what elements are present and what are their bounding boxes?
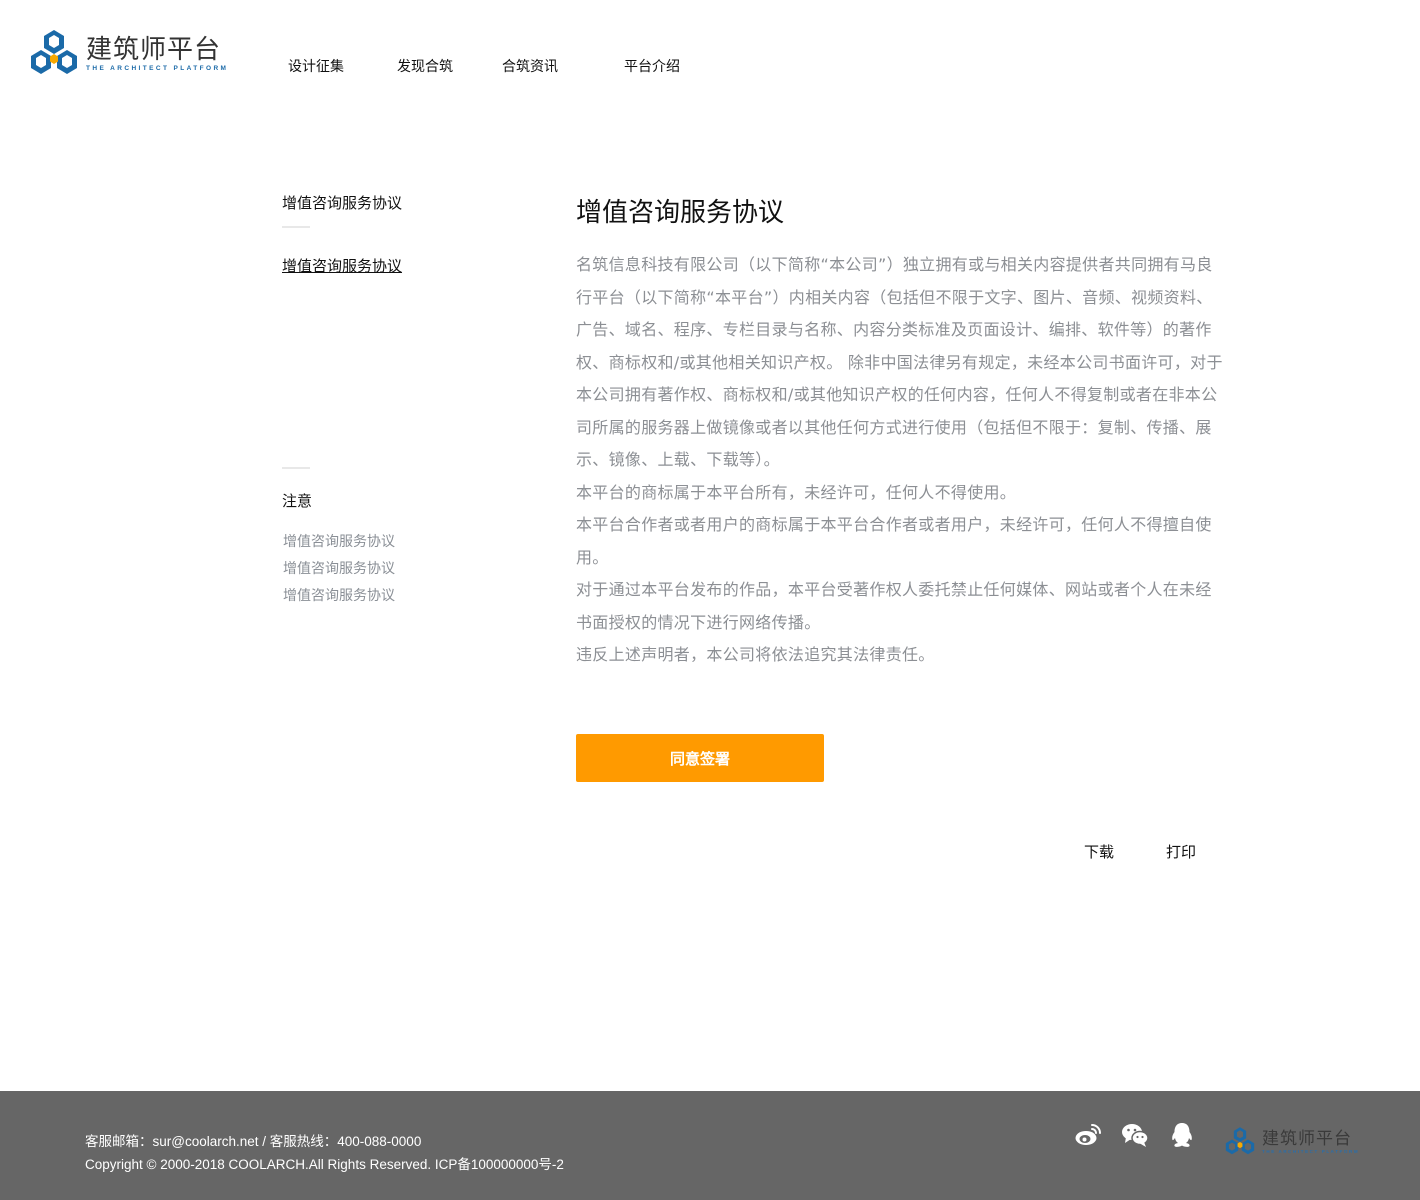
sidebar-active-link[interactable]: 增值咨询服务协议 [282,255,402,276]
site-footer: 客服邮箱：sur@coolarch.net / 客服热线：400-088-000… [0,1091,1420,1200]
download-link[interactable]: 下载 [1084,841,1114,862]
nav-item-about[interactable]: 平台介绍 [624,56,680,76]
agree-sign-button[interactable]: 同意签署 [576,734,824,782]
agreement-paragraph: 名筑信息科技有限公司（以下简称“本公司”）独立拥有或与相关内容提供者共同拥有马良… [576,255,1223,469]
logo-name-en: THE ARCHITECT PLATFORM [86,65,229,72]
agreement-paragraph: 本平台合作者或者用户的商标属于本平台合作者或者用户，未经许可，任何人不得擅自使用… [576,515,1212,567]
site-logo[interactable]: 建筑师平台 THE ARCHITECT PLATFORM [28,28,228,80]
sidebar-sub-link[interactable]: 增值咨询服务协议 [283,558,395,578]
nav-item-discover[interactable]: 发现合筑 [397,56,453,76]
agreement-paragraph: 本平台的商标属于本平台所有，未经许可，任何人不得使用。 [576,482,1017,502]
sidebar-sub-link[interactable]: 增值咨询服务协议 [283,585,395,605]
page-title: 增值咨询服务协议 [576,198,785,228]
nav-item-design-call[interactable]: 设计征集 [288,56,344,76]
wechat-icon[interactable] [1121,1121,1149,1149]
footer-logo[interactable]: 建筑师平台 THE ARCHITECT PLATFORM [1224,1126,1359,1158]
footer-logo-name-en: THE ARCHITECT PLATFORM [1262,1149,1360,1154]
nav-item-news[interactable]: 合筑资讯 [502,56,558,76]
qq-icon[interactable] [1168,1121,1196,1149]
agreement-paragraph: 违反上述声明者，本公司将依法追究其法律责任。 [576,645,935,664]
sidebar-divider [282,467,310,469]
sidebar-sub-link[interactable]: 增值咨询服务协议 [283,531,395,551]
sidebar-title: 增值咨询服务协议 [282,194,403,212]
footer-contact: 客服邮箱：sur@coolarch.net / 客服热线：400-088-000… [85,1134,422,1149]
agreement-body: 名筑信息科技有限公司（以下简称“本公司”）独立拥有或与相关内容提供者共同拥有马良… [576,249,1226,672]
logo-mark-icon [1225,1127,1255,1155]
logo-name-cn: 建筑师平台 [86,35,222,65]
logo-mark-icon [31,30,77,74]
print-link[interactable]: 打印 [1166,841,1196,862]
footer-logo-name-cn: 建筑师平台 [1262,1129,1352,1149]
footer-copyright: Copyright © 2000-2018 COOLARCH.All Right… [85,1157,564,1172]
weibo-icon[interactable] [1074,1121,1102,1149]
sidebar-note-title: 注意 [282,492,313,510]
site-header: 建筑师平台 THE ARCHITECT PLATFORM 设计征集 发现合筑 合… [0,0,1420,110]
agreement-paragraph: 对于通过本平台发布的作品，本平台受著作权人委托禁止任何媒体、网站或者个人在未经书… [576,580,1212,632]
sidebar-divider [282,226,310,228]
